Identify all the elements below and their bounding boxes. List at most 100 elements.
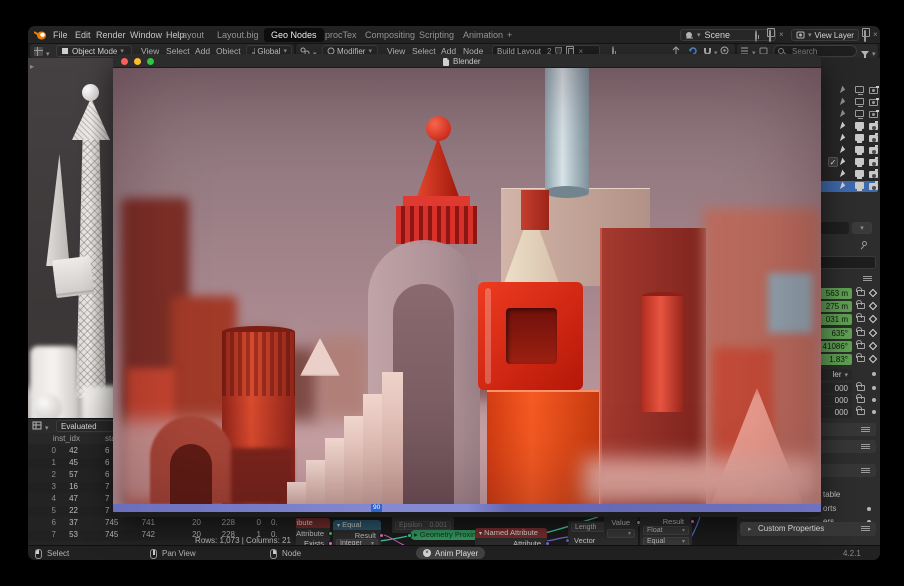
selectable-icon[interactable] [840,170,846,179]
panel-menu-icon[interactable] [861,427,870,432]
selectable-icon[interactable] [840,86,846,95]
hide-viewport-icon[interactable] [855,110,864,117]
toolbar-expand-icon[interactable]: ▸ [30,62,34,71]
minimize-window-icon[interactable] [134,58,141,65]
hide-viewport-icon[interactable] [855,158,864,165]
lock-icon[interactable] [857,343,865,349]
lock-icon[interactable] [857,303,865,309]
compare-type-dropdown[interactable]: Float▾ [643,526,689,535]
hide-viewport-icon[interactable] [855,86,864,93]
workspace-tab-scripting[interactable]: Scripting [412,28,461,42]
socket-result[interactable] [379,533,384,538]
workspace-tab-proctex[interactable]: procTex [318,28,364,42]
selectable-icon[interactable] [840,134,846,143]
document-icon [443,58,449,66]
value-dropdown[interactable]: ▾ [607,529,635,538]
disable-render-icon[interactable] [869,171,878,178]
socket-vector-in[interactable] [565,538,570,543]
selectable-icon[interactable] [840,110,846,119]
disable-render-icon[interactable] [869,183,878,190]
hide-viewport-icon[interactable] [855,134,864,141]
disable-render-icon[interactable] [869,159,878,166]
disable-render-icon[interactable] [869,99,878,106]
transform-panel-menu-icon[interactable] [863,276,872,281]
collection-checkbox[interactable]: ✓ [828,157,838,167]
blender-logo-icon[interactable] [34,30,47,42]
menu-render[interactable]: Render [92,30,130,40]
animate-icon[interactable] [867,507,871,511]
filter-funnel-dropdown[interactable]: ▾ [861,48,876,58]
anim-player-button[interactable]: × Anim Player [416,547,485,559]
properties-breadcrumb-dropdown[interactable]: ▾ [852,222,872,234]
editor-type-icon[interactable]: ▾ [34,47,50,58]
socket-proximity-in[interactable] [407,533,412,538]
menu-edit[interactable]: Edit [71,30,95,40]
compare-operation-dropdown[interactable]: Equal▾ [643,537,689,545]
hide-viewport-icon[interactable] [855,98,864,105]
view-layer-name: View Layer [815,31,854,40]
timeline-bar[interactable]: 90 [113,504,821,512]
view-layer-selector[interactable]: ▾ View Layer [791,29,859,41]
clay-book [52,256,94,294]
unlink-scene-icon[interactable]: × [779,30,784,39]
selectable-icon[interactable] [840,98,846,107]
disable-render-icon[interactable] [869,135,878,142]
disable-render-icon[interactable] [869,123,878,130]
hide-viewport-icon[interactable] [855,170,864,177]
disable-render-icon[interactable] [869,111,878,118]
lock-icon[interactable] [857,409,865,415]
top-menu-bar: File Edit Render Window Help Layout Layo… [28,26,880,44]
current-frame-badge[interactable]: 90 [371,504,382,512]
workspace-tab-layout[interactable]: Layout [170,28,211,42]
status-select-label: Select [47,549,69,558]
mouse-middle-icon [150,549,161,560]
pin-scene-icon[interactable] [755,31,757,41]
panel-menu-icon[interactable] [861,468,870,473]
lock-icon[interactable] [857,385,865,391]
panel-menu-icon[interactable] [861,444,870,449]
lock-icon[interactable] [857,356,865,362]
animate-icon[interactable] [872,372,876,376]
add-workspace-button[interactable]: + [500,28,519,42]
selectable-icon[interactable] [840,122,846,131]
scene-selector[interactable]: ▾ Scene [680,29,776,41]
new-scene-icon[interactable] [766,31,771,41]
render-window-titlebar[interactable]: Blender [113,54,821,68]
workspace-tab-layout-big[interactable]: Layout.big [210,28,266,42]
pin-id-icon[interactable] [862,238,867,248]
render-window[interactable]: Blender [113,54,821,517]
selectable-icon[interactable] [840,158,846,167]
lock-icon[interactable] [857,290,865,296]
mouse-left-icon [35,549,46,560]
workspace-tab-geo-nodes[interactable]: Geo Nodes [264,28,324,42]
selectable-icon[interactable] [840,182,846,191]
menu-window[interactable]: Window [126,30,166,40]
disable-render-icon[interactable] [869,147,878,154]
spreadsheet-editor-type-icon[interactable]: ▾ [32,421,49,432]
animate-icon[interactable] [872,398,876,402]
remove-view-layer-icon[interactable]: × [873,30,878,39]
rendered-image [113,68,821,504]
selectable-icon[interactable] [840,146,846,155]
close-window-icon[interactable] [121,58,128,65]
lock-icon[interactable] [857,330,865,336]
epsilon-input[interactable]: Epsilon0.001 [395,521,451,530]
column-header-inst-idx[interactable]: inst_idx [48,434,80,443]
panel-menu-icon[interactable] [861,526,870,531]
lock-icon[interactable] [857,397,865,403]
spreadsheet-status: Rows: 1,073 | Columns: 21 [143,536,343,545]
maximize-window-icon[interactable] [147,58,154,65]
disable-render-icon[interactable] [869,87,878,94]
socket-compare-result[interactable] [690,519,695,524]
new-view-layer-icon[interactable] [861,31,866,41]
hide-viewport-icon[interactable] [855,146,864,153]
stop-player-icon[interactable]: × [423,549,431,557]
animate-icon[interactable] [872,386,876,390]
table-row[interactable]: 6377457412022800. [28,518,296,529]
lock-icon[interactable] [857,316,865,322]
menu-file[interactable]: File [49,30,72,40]
hide-viewport-icon[interactable] [855,122,864,129]
hide-viewport-icon[interactable] [855,182,864,189]
panel-header-custom-properties[interactable]: ▸ Custom Properties [740,522,876,536]
animate-icon[interactable] [872,410,876,414]
